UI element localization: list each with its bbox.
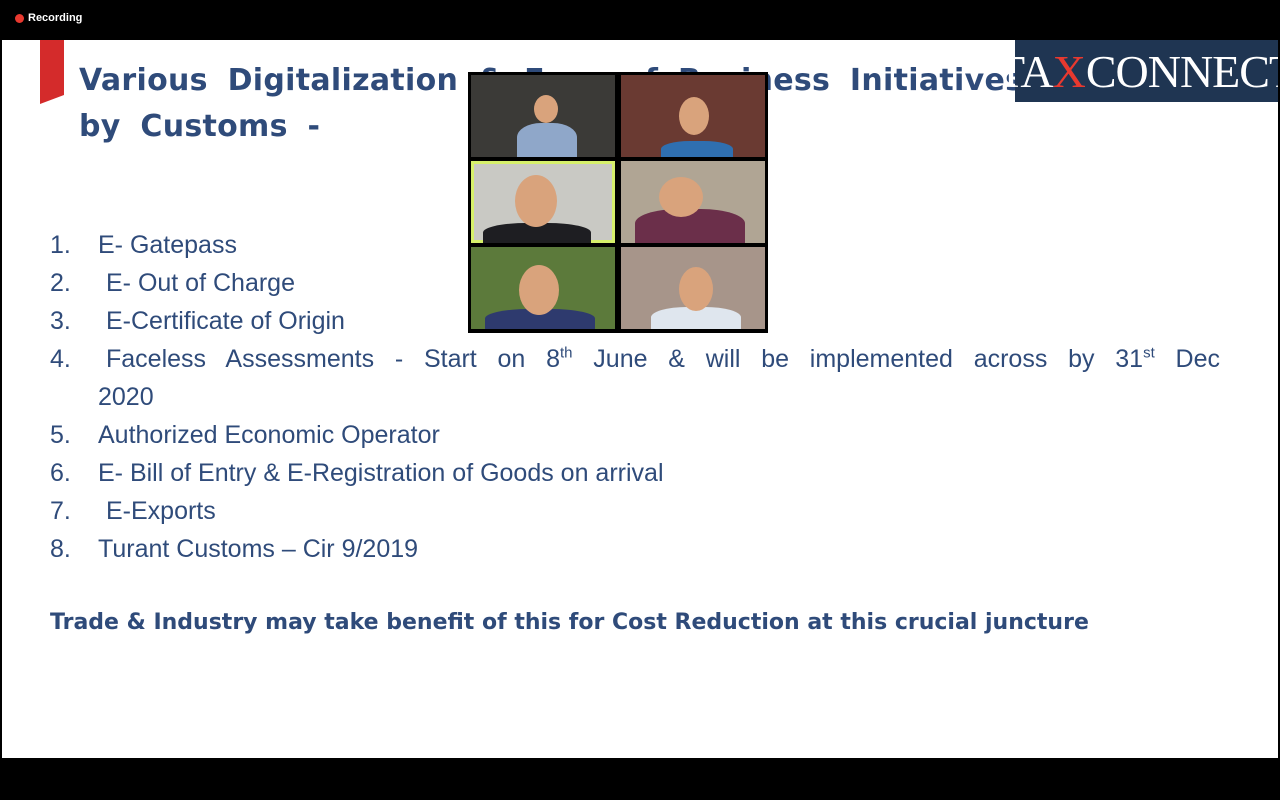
item-text-c: Dec [1154, 345, 1220, 373]
participant-head [659, 177, 703, 217]
list-item: 8. Turant Customs – Cir 9/2019 [50, 530, 1220, 568]
taxconnect-logo: TA X CONNECT [997, 40, 1278, 102]
list-item: 7. E-Exports [50, 492, 1220, 530]
item-number: 3. [50, 307, 71, 335]
recording-label: Recording [28, 12, 83, 24]
item-number: 7. [50, 497, 71, 525]
participant-head [679, 97, 709, 135]
item-text-line-2: 2020 [98, 383, 154, 411]
record-dot-icon [15, 13, 24, 23]
item-text: Turant Customs – Cir 9/2019 [98, 535, 419, 563]
logo-text-left: TA [996, 45, 1054, 97]
bottom-bar [0, 758, 1280, 800]
item-number: 1. [50, 231, 71, 259]
item-text-b: June & will be implemented across by 31 [572, 345, 1144, 373]
item-text: E- Bill of Entry & E-Registration of Goo… [98, 459, 664, 487]
logo-text-right: CONNECT [1085, 45, 1278, 97]
top-bar: Recording [0, 0, 1280, 40]
participant-head [534, 95, 558, 123]
participant-video-tile[interactable] [471, 247, 615, 329]
item-text: E-Exports [106, 497, 216, 525]
logo-x-mark: X [1052, 45, 1086, 97]
slide-footer-statement: Trade & Industry may take benefit of thi… [50, 610, 1089, 635]
participant-head [515, 175, 557, 227]
ordinal-suffix: st [1143, 344, 1155, 362]
list-item: 4. Faceless Assessments - Start on 8th J… [50, 340, 1220, 416]
item-text: Authorized Economic Operator [98, 421, 440, 449]
list-item: 6. E- Bill of Entry & E-Registration of … [50, 454, 1220, 492]
item-text-line-1: Faceless Assessments - Start on 8th June… [98, 340, 1220, 378]
item-number: 2. [50, 269, 71, 297]
item-text: Faceless Assessments - Start on 8th June… [98, 340, 1220, 416]
item-number: 5. [50, 421, 71, 449]
recording-indicator[interactable]: Recording [15, 12, 82, 24]
participant-body [517, 123, 577, 157]
ordinal-suffix: th [560, 344, 573, 362]
participant-video-tile-active[interactable] [471, 161, 615, 243]
participant-head [679, 267, 713, 311]
video-gallery[interactable] [468, 72, 768, 333]
item-text-a: Faceless Assessments - Start on 8 [106, 345, 561, 373]
participant-video-tile[interactable] [621, 161, 765, 243]
item-number: 8. [50, 535, 71, 563]
item-number: 4. [50, 345, 71, 373]
participant-body [661, 141, 733, 157]
list-item: 5. Authorized Economic Operator [50, 416, 1220, 454]
item-number: 6. [50, 459, 71, 487]
red-ribbon-accent [40, 40, 64, 104]
participant-video-tile[interactable] [621, 247, 765, 329]
participant-video-tile[interactable] [471, 75, 615, 157]
participant-video-tile[interactable] [621, 75, 765, 157]
participant-head [519, 265, 559, 315]
